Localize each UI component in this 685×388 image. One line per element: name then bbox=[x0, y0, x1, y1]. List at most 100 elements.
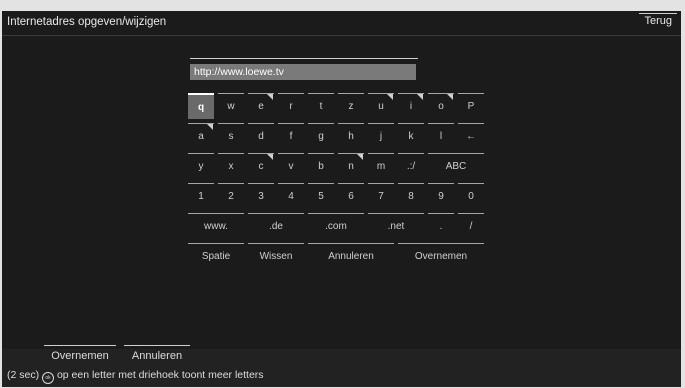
key-label: g bbox=[318, 131, 324, 142]
key-label: .com bbox=[325, 221, 347, 232]
key-label: h bbox=[348, 131, 354, 142]
key-label: / bbox=[469, 221, 473, 232]
ok-icon: ok bbox=[42, 372, 55, 384]
back-button[interactable]: Terug bbox=[639, 13, 677, 28]
key-label: P bbox=[467, 101, 475, 112]
cancel-button[interactable]: Annuleren bbox=[124, 345, 190, 364]
key-5-3[interactable]: Overnemen bbox=[398, 243, 484, 269]
key-0-2[interactable]: e bbox=[248, 93, 274, 119]
key-label: t bbox=[319, 101, 323, 112]
tv-frame: Internetadres opgeven/wijzigen Terug htt… bbox=[0, 0, 685, 388]
key-label: www. bbox=[204, 221, 228, 232]
key-3-0[interactable]: 1 bbox=[188, 183, 214, 209]
key-1-8[interactable]: l bbox=[428, 123, 454, 149]
key-label: l bbox=[439, 131, 443, 142]
key-3-9[interactable]: 0 bbox=[458, 183, 484, 209]
key-4-5[interactable]: / bbox=[458, 213, 484, 239]
key-label: i bbox=[409, 101, 413, 112]
key-4-2[interactable]: .com bbox=[308, 213, 364, 239]
key-label: m bbox=[376, 161, 386, 172]
url-input[interactable]: http://www.loewe.tv bbox=[190, 64, 416, 80]
key-label: z bbox=[348, 101, 354, 112]
key-label: 7 bbox=[378, 191, 384, 202]
key-0-1[interactable]: w bbox=[218, 93, 244, 119]
more-letters-triangle-icon bbox=[417, 94, 423, 100]
page-title: Internetadres opgeven/wijzigen bbox=[7, 16, 167, 28]
key-2-7[interactable]: .:/ bbox=[398, 153, 424, 179]
more-letters-triangle-icon bbox=[447, 94, 453, 100]
key-label: x bbox=[228, 161, 234, 172]
key-label: a bbox=[198, 131, 204, 142]
key-5-2[interactable]: Annuleren bbox=[308, 243, 394, 269]
key-1-0[interactable]: a bbox=[188, 123, 214, 149]
key-0-7[interactable]: i bbox=[398, 93, 424, 119]
more-letters-triangle-icon bbox=[357, 154, 363, 160]
key-3-7[interactable]: 8 bbox=[398, 183, 424, 209]
osd-screen: Internetadres opgeven/wijzigen Terug htt… bbox=[2, 11, 681, 387]
key-label: 3 bbox=[258, 191, 264, 202]
more-letters-triangle-icon bbox=[267, 154, 273, 160]
key-2-0[interactable]: y bbox=[188, 153, 214, 179]
accept-button[interactable]: Overnemen bbox=[44, 345, 116, 364]
key-3-4[interactable]: 5 bbox=[308, 183, 334, 209]
key-0-5[interactable]: z bbox=[338, 93, 364, 119]
key-3-2[interactable]: 3 bbox=[248, 183, 274, 209]
key-0-3[interactable]: r bbox=[278, 93, 304, 119]
key-label: n bbox=[348, 161, 354, 172]
key-label: . bbox=[439, 221, 443, 232]
key-label: o bbox=[438, 101, 444, 112]
key-4-3[interactable]: .net bbox=[368, 213, 424, 239]
key-0-8[interactable]: o bbox=[428, 93, 454, 119]
more-letters-triangle-icon bbox=[387, 94, 393, 100]
key-2-6[interactable]: m bbox=[368, 153, 394, 179]
key-label: b bbox=[318, 161, 324, 172]
key-label: r bbox=[289, 101, 293, 112]
key-2-5[interactable]: n bbox=[338, 153, 364, 179]
key-5-1[interactable]: Wissen bbox=[248, 243, 304, 269]
key-4-0[interactable]: www. bbox=[188, 213, 244, 239]
key-0-0[interactable]: q bbox=[188, 93, 214, 119]
key-3-8[interactable]: 9 bbox=[428, 183, 454, 209]
key-label: 2 bbox=[228, 191, 234, 202]
key-1-3[interactable]: f bbox=[278, 123, 304, 149]
key-label: .de bbox=[269, 221, 283, 232]
key-label: Spatie bbox=[201, 251, 231, 262]
key-label: 5 bbox=[318, 191, 324, 202]
key-label: c bbox=[258, 161, 264, 172]
key-label: k bbox=[408, 131, 414, 142]
key-2-3[interactable]: v bbox=[278, 153, 304, 179]
key-3-5[interactable]: 6 bbox=[338, 183, 364, 209]
key-label: 8 bbox=[408, 191, 414, 202]
key-2-1[interactable]: x bbox=[218, 153, 244, 179]
key-2-8[interactable]: ABC bbox=[428, 153, 484, 179]
key-label: 1 bbox=[198, 191, 204, 202]
key-2-2[interactable]: c bbox=[248, 153, 274, 179]
key-label: s bbox=[228, 131, 234, 142]
key-label: y bbox=[198, 161, 204, 172]
key-3-6[interactable]: 7 bbox=[368, 183, 394, 209]
key-label: .net bbox=[387, 221, 405, 232]
key-1-6[interactable]: j bbox=[368, 123, 394, 149]
key-2-4[interactable]: b bbox=[308, 153, 334, 179]
key-1-1[interactable]: s bbox=[218, 123, 244, 149]
key-1-5[interactable]: h bbox=[338, 123, 364, 149]
key-1-2[interactable]: d bbox=[248, 123, 274, 149]
more-letters-triangle-icon bbox=[207, 124, 213, 130]
key-5-0[interactable]: Spatie bbox=[188, 243, 244, 269]
key-label: ABC bbox=[445, 161, 467, 172]
key-1-4[interactable]: g bbox=[308, 123, 334, 149]
key-0-9[interactable]: P bbox=[458, 93, 484, 119]
key-label: 6 bbox=[348, 191, 354, 202]
key-4-1[interactable]: .de bbox=[248, 213, 304, 239]
key-0-6[interactable]: u bbox=[368, 93, 394, 119]
key-4-4[interactable]: . bbox=[428, 213, 454, 239]
key-label: v bbox=[288, 161, 294, 172]
key-3-3[interactable]: 4 bbox=[278, 183, 304, 209]
key-3-1[interactable]: 2 bbox=[218, 183, 244, 209]
key-1-7[interactable]: k bbox=[398, 123, 424, 149]
more-letters-triangle-icon bbox=[267, 94, 273, 100]
hint-text: (2 sec) ok op een letter met driehoek to… bbox=[7, 369, 264, 384]
key-0-4[interactable]: t bbox=[308, 93, 334, 119]
key-1-9[interactable]: ← bbox=[458, 123, 484, 149]
hint-suffix: op een letter met driehoek toont meer le… bbox=[56, 369, 264, 381]
